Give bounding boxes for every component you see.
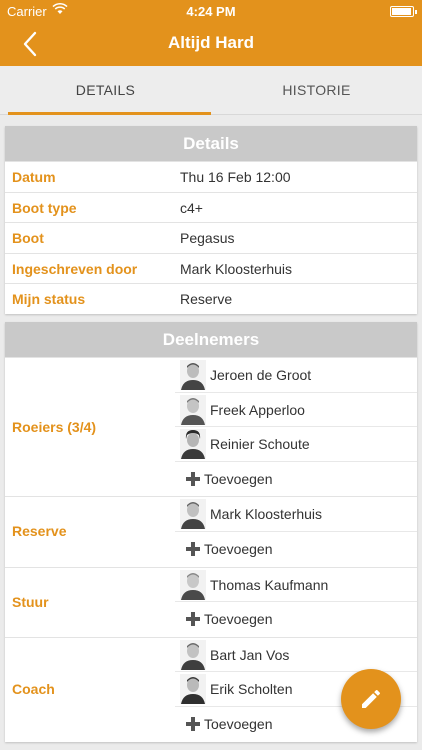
member-item[interactable]: Bart Jan Vos [175, 638, 417, 673]
member-item[interactable]: Freek Apperloo [175, 393, 417, 428]
add-label: Toevoegen [204, 470, 273, 487]
detail-value: Mark Kloosterhuis [180, 260, 293, 277]
member-name: Reinier Schoute [210, 436, 310, 453]
group-roeiers: Roeiers (3/4) Jeroen de Groot Freek Appe… [5, 357, 417, 496]
add-roeier-button[interactable]: Toevoegen [175, 462, 417, 497]
detail-row-boot-type: Boot type c4+ [5, 191, 417, 223]
status-bar: Carrier 4:24 PM [0, 0, 422, 22]
pencil-icon [362, 690, 380, 708]
details-card: Details Datum Thu 16 Feb 12:00 Boot type… [5, 126, 417, 314]
detail-value: Pegasus [180, 230, 235, 246]
group-label: Reserve [12, 523, 67, 540]
detail-value: Thu 16 Feb 12:00 [180, 169, 291, 185]
member-item[interactable]: Reinier Schoute [175, 427, 417, 462]
detail-label: Boot [12, 230, 44, 246]
active-tab-indicator [8, 112, 211, 115]
member-name: Erik Scholten [210, 681, 293, 698]
detail-label: Datum [12, 169, 56, 185]
avatar [180, 429, 206, 460]
avatar [180, 674, 206, 705]
detail-row-boot: Boot Pegasus [5, 222, 417, 253]
tab-details[interactable]: DETAILS [0, 66, 211, 114]
add-label: Toevoegen [204, 611, 273, 628]
status-time: 4:24 PM [186, 4, 236, 19]
detail-label: Boot type [12, 199, 77, 216]
avatar [180, 360, 206, 390]
tab-bar: DETAILS HISTORIE [0, 66, 422, 115]
plus-icon [186, 716, 200, 731]
detail-value: c4+ [180, 199, 203, 216]
add-reserve-button[interactable]: Toevoegen [175, 532, 417, 567]
member-name: Jeroen de Groot [210, 367, 312, 383]
group-stuur: Stuur Thomas Kaufmann Toevoegen [5, 566, 417, 637]
avatar [180, 394, 206, 425]
add-label: Toevoegen [204, 540, 273, 557]
battery-icon [390, 6, 417, 17]
detail-row-datum: Datum Thu 16 Feb 12:00 [5, 161, 417, 192]
group-label: Roeiers (3/4) [12, 419, 97, 435]
add-label: Toevoegen [204, 715, 273, 732]
member-item[interactable]: Mark Kloosterhuis [175, 497, 417, 532]
detail-label: Mijn status [12, 291, 86, 307]
member-item[interactable]: Jeroen de Groot [175, 358, 417, 393]
member-name: Freek Apperloo [210, 401, 305, 418]
plus-icon [186, 541, 200, 556]
avatar [180, 569, 206, 600]
group-reserve: Reserve Mark Kloosterhuis Toevoegen [5, 496, 417, 566]
edit-fab-button[interactable] [341, 669, 401, 729]
plus-icon [186, 471, 200, 486]
detail-label: Ingeschreven door [12, 260, 138, 277]
plus-icon [186, 612, 200, 627]
detail-value: Reserve [180, 291, 233, 307]
avatar [180, 499, 206, 530]
member-name: Bart Jan Vos [210, 646, 290, 663]
group-label: Stuur [12, 593, 49, 610]
group-label: Coach [12, 680, 55, 697]
details-header: Details [5, 126, 417, 161]
detail-row-ingeschreven-door: Ingeschreven door Mark Kloosterhuis [5, 252, 417, 284]
nav-bar: Altijd Hard [0, 22, 422, 66]
member-item[interactable]: Thomas Kaufmann [175, 568, 417, 603]
detail-row-mijn-status: Mijn status Reserve [5, 283, 417, 314]
avatar [180, 639, 206, 670]
page-title: Altijd Hard [168, 33, 254, 52]
member-name: Mark Kloosterhuis [210, 506, 323, 523]
participants-header: Deelnemers [5, 322, 417, 357]
add-stuur-button[interactable]: Toevoegen [175, 602, 417, 637]
tab-historie[interactable]: HISTORIE [211, 66, 422, 114]
member-name: Thomas Kaufmann [210, 576, 329, 593]
